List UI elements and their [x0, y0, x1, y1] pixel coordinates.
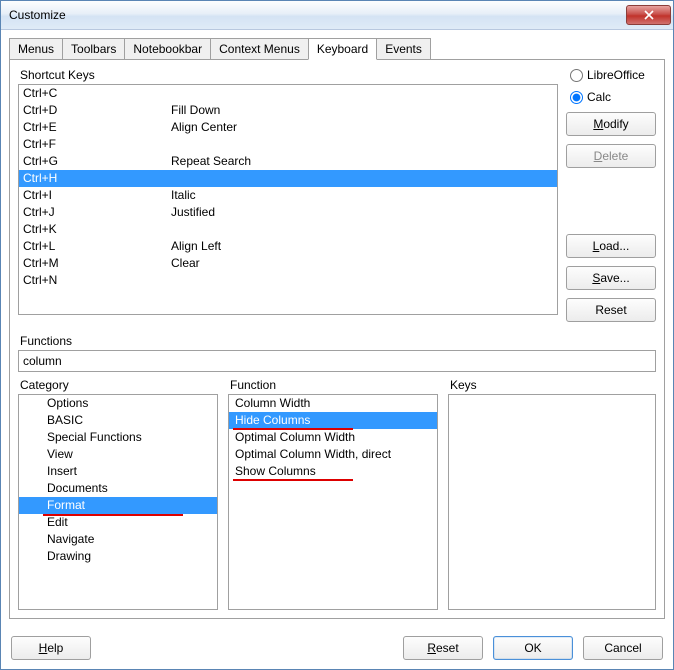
shortcut-key: Ctrl+F	[23, 136, 171, 153]
category-item[interactable]: Drawing	[19, 548, 217, 565]
delete-button[interactable]: Delete	[566, 144, 656, 168]
category-item[interactable]: Edit	[19, 514, 217, 531]
shortcut-command	[171, 170, 553, 187]
tab-context-menus[interactable]: Context Menus	[210, 38, 309, 59]
shortcut-key: Ctrl+D	[23, 102, 171, 119]
keys-label: Keys	[448, 378, 656, 392]
category-item[interactable]: Format	[19, 497, 217, 514]
shortcut-keys-label: Shortcut Keys	[18, 68, 558, 82]
modify-button[interactable]: Modify	[566, 112, 656, 136]
function-list[interactable]: Column WidthHide ColumnsOptimal Column W…	[228, 394, 438, 610]
tab-notebookbar[interactable]: Notebookbar	[124, 38, 211, 59]
shortcut-command	[171, 221, 553, 238]
customize-dialog: Customize MenusToolbarsNotebookbarContex…	[0, 0, 674, 670]
shortcut-row[interactable]: Ctrl+LAlign Left	[19, 238, 557, 255]
category-item[interactable]: Navigate	[19, 531, 217, 548]
function-item[interactable]: Show Columns	[229, 463, 437, 480]
category-item[interactable]: Special Functions	[19, 429, 217, 446]
search-input[interactable]	[18, 350, 656, 372]
dialog-footer: Help Reset OK Cancel	[1, 627, 673, 669]
keys-column: Keys	[448, 378, 656, 610]
shortcut-key: Ctrl+I	[23, 187, 171, 204]
shortcut-row[interactable]: Ctrl+EAlign Center	[19, 119, 557, 136]
category-item[interactable]: BASIC	[19, 412, 217, 429]
ok-button[interactable]: OK	[493, 636, 573, 660]
reset-button[interactable]: Reset	[566, 298, 656, 322]
radio-calc-label: Calc	[587, 90, 611, 104]
radio-calc[interactable]	[570, 91, 583, 104]
titlebar: Customize	[1, 1, 673, 30]
shortcut-key: Ctrl+J	[23, 204, 171, 221]
shortcut-key: Ctrl+E	[23, 119, 171, 136]
scope-calc-radio[interactable]: Calc	[566, 90, 656, 104]
keys-list[interactable]	[448, 394, 656, 610]
shortcut-command: Justified	[171, 204, 553, 221]
shortcut-command: Clear	[171, 255, 553, 272]
shortcut-key: Ctrl+L	[23, 238, 171, 255]
shortcut-command: Align Left	[171, 238, 553, 255]
scope-libreoffice-radio[interactable]: LibreOffice	[566, 68, 656, 82]
load-button[interactable]: Load...	[566, 234, 656, 258]
function-column: Function Column WidthHide ColumnsOptimal…	[228, 378, 438, 610]
function-item[interactable]: Hide Columns	[229, 412, 437, 429]
category-item[interactable]: View	[19, 446, 217, 463]
footer-reset-button[interactable]: Reset	[403, 636, 483, 660]
side-panel: LibreOffice Calc Modify Delete Load... S…	[566, 68, 656, 326]
category-item[interactable]: Options	[19, 395, 217, 412]
function-item[interactable]: Optimal Column Width	[229, 429, 437, 446]
shortcut-key: Ctrl+H	[23, 170, 171, 187]
shortcut-command: Italic	[171, 187, 553, 204]
tab-toolbars[interactable]: Toolbars	[62, 38, 125, 59]
shortcut-row[interactable]: Ctrl+C	[19, 85, 557, 102]
shortcut-command: Align Center	[171, 119, 553, 136]
shortcut-row[interactable]: Ctrl+JJustified	[19, 204, 557, 221]
tab-strip: MenusToolbarsNotebookbarContext MenusKey…	[9, 38, 665, 60]
shortcut-command: Fill Down	[171, 102, 553, 119]
shortcut-key: Ctrl+K	[23, 221, 171, 238]
tab-keyboard[interactable]: Keyboard	[308, 38, 377, 60]
tab-menus[interactable]: Menus	[9, 38, 63, 59]
shortcut-command: Repeat Search	[171, 153, 553, 170]
shortcut-key: Ctrl+N	[23, 272, 171, 289]
category-item[interactable]: Documents	[19, 480, 217, 497]
radio-libreoffice[interactable]	[570, 69, 583, 82]
shortcut-row[interactable]: Ctrl+MClear	[19, 255, 557, 272]
close-icon	[644, 10, 654, 20]
save-button[interactable]: Save...	[566, 266, 656, 290]
shortcut-row[interactable]: Ctrl+F	[19, 136, 557, 153]
tab-events[interactable]: Events	[376, 38, 431, 59]
shortcut-key: Ctrl+G	[23, 153, 171, 170]
shortcut-keys-panel: Shortcut Keys Ctrl+CCtrl+DFill DownCtrl+…	[18, 68, 558, 326]
category-column: Category OptionsBASICSpecial FunctionsVi…	[18, 378, 218, 610]
category-label: Category	[18, 378, 218, 392]
function-item[interactable]: Column Width	[229, 395, 437, 412]
dialog-content: MenusToolbarsNotebookbarContext MenusKey…	[1, 30, 673, 627]
shortcut-row[interactable]: Ctrl+GRepeat Search	[19, 153, 557, 170]
category-list[interactable]: OptionsBASICSpecial FunctionsViewInsertD…	[18, 394, 218, 610]
shortcut-key: Ctrl+C	[23, 85, 171, 102]
shortcut-command	[171, 272, 553, 289]
help-button[interactable]: Help	[11, 636, 91, 660]
function-label: Function	[228, 378, 438, 392]
shortcut-command	[171, 85, 553, 102]
shortcut-row[interactable]: Ctrl+K	[19, 221, 557, 238]
lower-section: Category OptionsBASICSpecial FunctionsVi…	[18, 378, 656, 610]
shortcut-key: Ctrl+M	[23, 255, 171, 272]
tab-keyboard-body: Shortcut Keys Ctrl+CCtrl+DFill DownCtrl+…	[9, 60, 665, 619]
shortcut-row[interactable]: Ctrl+N	[19, 272, 557, 289]
category-item[interactable]: Insert	[19, 463, 217, 480]
window-title: Customize	[9, 8, 626, 22]
radio-libreoffice-label: LibreOffice	[587, 68, 645, 82]
close-button[interactable]	[626, 5, 671, 25]
functions-label: Functions	[18, 334, 656, 348]
shortcut-row[interactable]: Ctrl+H	[19, 170, 557, 187]
shortcut-command	[171, 136, 553, 153]
top-section: Shortcut Keys Ctrl+CCtrl+DFill DownCtrl+…	[18, 68, 656, 326]
function-item[interactable]: Optimal Column Width, direct	[229, 446, 437, 463]
cancel-button[interactable]: Cancel	[583, 636, 663, 660]
shortcut-row[interactable]: Ctrl+DFill Down	[19, 102, 557, 119]
shortcut-keys-list[interactable]: Ctrl+CCtrl+DFill DownCtrl+EAlign CenterC…	[18, 84, 558, 315]
shortcut-row[interactable]: Ctrl+IItalic	[19, 187, 557, 204]
